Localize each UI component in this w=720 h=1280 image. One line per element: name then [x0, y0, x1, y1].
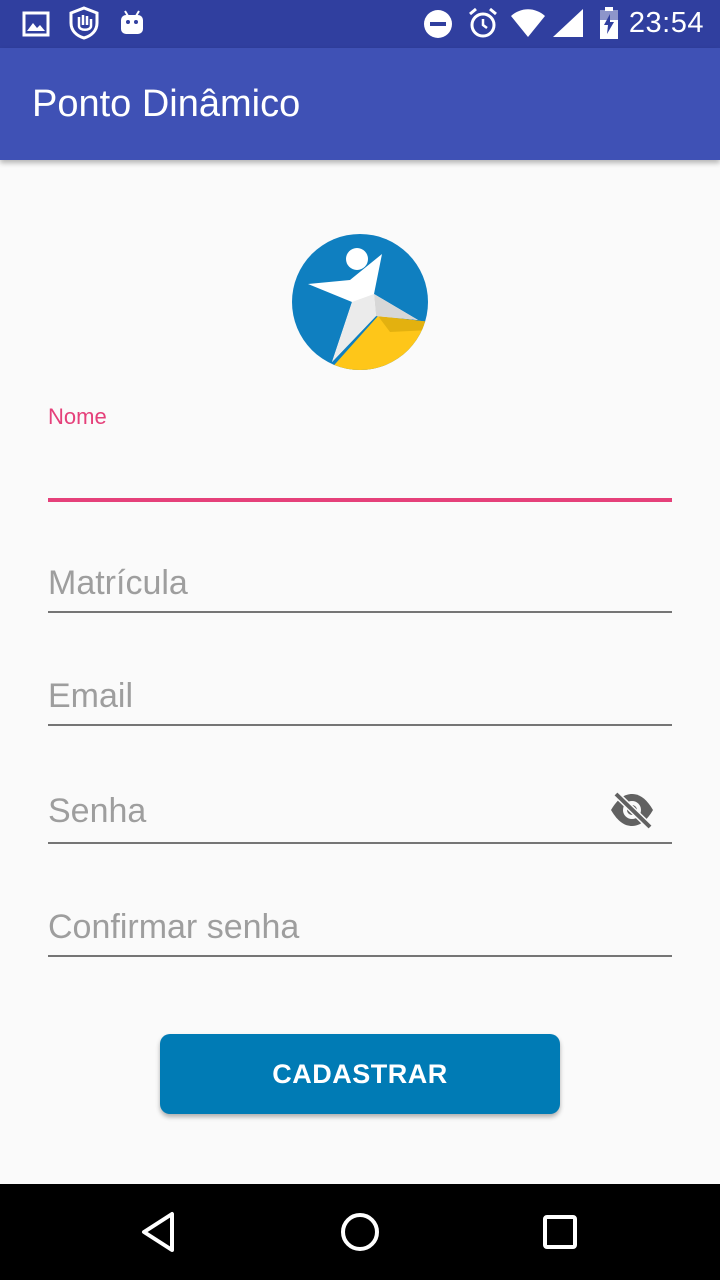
confirm-password-input[interactable]: Confirmar senha — [48, 908, 588, 947]
navigation-bar — [0, 1184, 720, 1280]
email-field[interactable]: Email — [48, 673, 672, 729]
wifi-icon — [511, 9, 545, 37]
battery-charging-icon — [600, 7, 618, 39]
registration-form: Nome Matrícula Email Senha Confirmar sen… — [0, 160, 720, 1184]
do-not-disturb-icon — [424, 10, 452, 38]
confirm-password-field[interactable]: Confirmar senha — [48, 904, 672, 960]
password-input[interactable]: Senha — [48, 792, 588, 831]
registration-underline — [48, 611, 672, 613]
app-bar: Ponto Dinâmico — [0, 48, 720, 160]
app-title: Ponto Dinâmico — [32, 83, 301, 125]
password-underline — [48, 842, 672, 844]
recents-icon[interactable] — [536, 1208, 584, 1256]
email-underline — [48, 724, 672, 726]
registration-input[interactable]: Matrícula — [48, 564, 588, 603]
confirm-password-underline — [48, 955, 672, 957]
app-logo-icon — [292, 234, 428, 370]
name-field[interactable]: Nome — [48, 404, 672, 504]
android-icon — [121, 10, 143, 34]
registration-field[interactable]: Matrícula — [48, 560, 672, 616]
visibility-off-icon[interactable] — [608, 790, 656, 830]
email-input[interactable]: Email — [48, 677, 588, 716]
alarm-icon — [469, 7, 497, 38]
password-field[interactable]: Senha — [48, 788, 672, 846]
name-underline — [48, 498, 672, 502]
hand-shield-icon — [69, 6, 99, 40]
home-icon[interactable] — [336, 1208, 384, 1256]
status-bar: 23:54 — [0, 0, 720, 48]
submit-button[interactable]: CADASTRAR — [160, 1034, 560, 1114]
name-label: Nome — [48, 404, 107, 429]
signal-icon — [553, 9, 583, 37]
gallery-icon — [22, 11, 50, 37]
back-icon[interactable] — [136, 1208, 184, 1256]
status-time: 23:54 — [628, 7, 704, 39]
